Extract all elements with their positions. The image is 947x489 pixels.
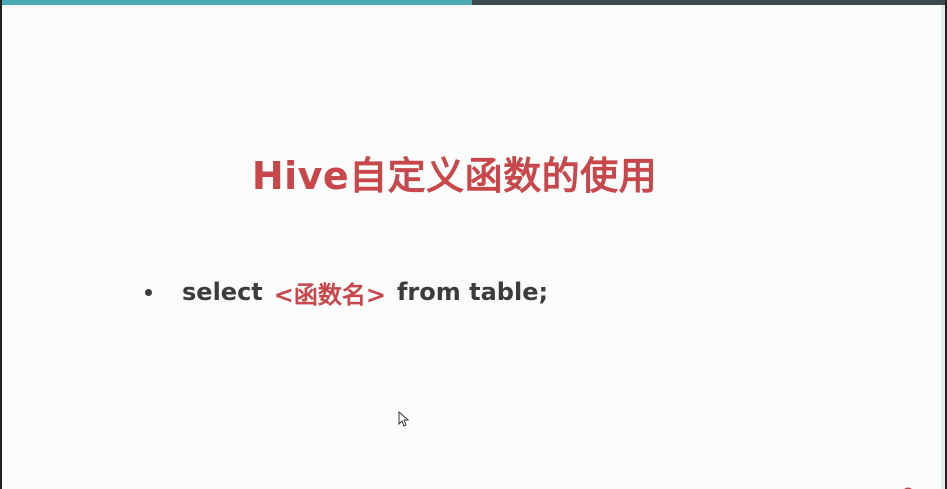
slide-corner-mark-icon — [904, 487, 912, 489]
presentation-window: Hive自定义函数的使用 select <函数名> from table; — [0, 0, 947, 489]
code-from-clause: from table; — [396, 278, 549, 306]
code-select-keyword: select — [182, 278, 263, 306]
slide-top-bar-teal — [2, 0, 472, 5]
slide-title: Hive自定义函数的使用 — [251, 154, 658, 198]
slide-top-bar — [2, 0, 945, 5]
slide-right-edge — [941, 5, 945, 489]
slide: Hive自定义函数的使用 select <函数名> from table; — [2, 0, 945, 489]
slide-top-bar-dark — [472, 0, 945, 5]
code-function-placeholder: <函数名> — [273, 280, 386, 309]
mouse-pointer-icon — [398, 411, 410, 427]
bullet-icon — [145, 288, 152, 296]
bullet-item: select <函数名> from table; — [145, 274, 548, 310]
